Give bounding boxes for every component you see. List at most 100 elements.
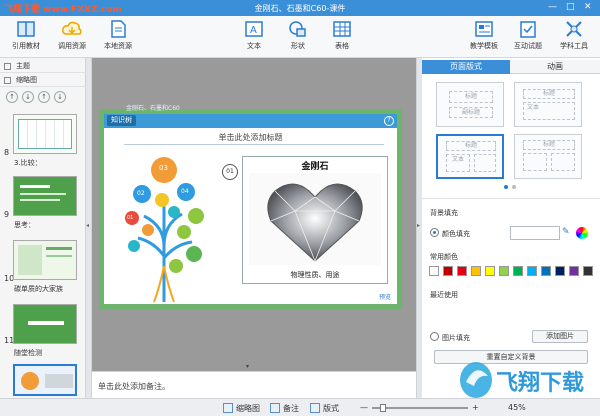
section-badge: 知识树 <box>107 115 136 126</box>
color-fill-label: 颜色填充 <box>442 230 470 238</box>
slide-thumbnail-current[interactable] <box>13 364 77 396</box>
zoom-slider[interactable] <box>372 404 468 412</box>
file-icon <box>111 20 126 38</box>
title-placeholder[interactable]: 单击此处添加标题 <box>104 132 397 143</box>
layout-title-subtitle[interactable]: 标题 副标题 <box>436 82 504 127</box>
local-resource-button[interactable]: 本地资源 <box>96 19 140 56</box>
slide-breadcrumb: 金刚石、石墨和C60 <box>126 105 180 112</box>
image-placeholder-icon <box>474 154 496 172</box>
close-button[interactable]: ✕ <box>584 2 592 12</box>
theme-toggle[interactable]: 主题 <box>0 60 86 73</box>
swatch-light-green[interactable] <box>499 266 509 276</box>
insert-table-button[interactable]: 表格 <box>320 19 364 56</box>
content-card[interactable]: 金刚石 物理性质、用途 <box>242 156 388 284</box>
tab-page-layout[interactable]: 页面版式 <box>422 60 510 74</box>
zoom-level: 45% <box>508 403 526 412</box>
image-placeholder-icon <box>551 153 575 171</box>
collapse-right-icon[interactable]: ▸ <box>417 222 420 229</box>
layout-title-text[interactable]: 标题 文本 <box>514 82 582 127</box>
swatch-dark-red[interactable] <box>443 266 453 276</box>
swatch-green[interactable] <box>513 266 523 276</box>
minimize-button[interactable]: — <box>548 2 557 12</box>
layout-view-icon[interactable] <box>310 403 320 413</box>
status-layout[interactable]: 版式 <box>323 403 339 414</box>
teaching-template-button[interactable]: 教学模板 <box>462 19 506 56</box>
page-dot[interactable] <box>512 185 516 189</box>
subject-tools-button[interactable]: 学科工具 <box>552 19 596 56</box>
swatch-blue[interactable] <box>541 266 551 276</box>
insert-text-button[interactable]: A 文本 <box>232 19 276 56</box>
step-badge: 01 <box>222 164 238 180</box>
add-picture-button[interactable]: 添加图片 <box>532 330 588 343</box>
tab-animation[interactable]: 动画 <box>510 60 600 74</box>
page-dot-active[interactable] <box>504 185 508 189</box>
image-placeholder-icon <box>523 153 547 171</box>
notes-view-icon[interactable] <box>270 403 280 413</box>
recent-colors-label: 最近使用 <box>430 291 458 299</box>
swatch-light-blue[interactable] <box>527 266 537 276</box>
slide-header-bar: 知识树 金刚石、石墨和C60 ? <box>104 105 397 128</box>
status-thumbnail[interactable]: 缩略图 <box>236 403 260 414</box>
eyedropper-icon[interactable]: ✎ <box>562 227 574 239</box>
diamond-icon <box>267 183 363 263</box>
background-fill-label: 背景填充 <box>430 209 458 217</box>
swatch-yellow[interactable] <box>485 266 495 276</box>
slide-panel: 主题 缩略图 ↑ ↓ ↑ ↓ 8 3.比较： 9 思考： 10 碳单质的大家族 <box>0 58 86 398</box>
diamond-image <box>249 173 381 265</box>
help-icon[interactable]: ? <box>384 116 394 126</box>
cite-textbook-button[interactable]: 引用教材 <box>4 19 48 56</box>
move-top-button[interactable]: ↑ <box>6 91 18 103</box>
common-colors-label: 常用颜色 <box>430 253 458 261</box>
zoom-slider-handle[interactable] <box>380 404 386 412</box>
notes-panel[interactable]: 单击此处添加备注。 <box>92 371 416 398</box>
preview-link[interactable]: 预览 <box>379 292 391 301</box>
layout-title-images[interactable]: 标题 <box>514 134 582 179</box>
tree-node-label: 01 <box>127 215 134 221</box>
ribbon-toolbar: 引用教材 调用资源 本地资源 A 文本 形状 表格 教学模板 互动试题 学科工具 <box>0 16 600 58</box>
thumbnail-image <box>13 114 77 154</box>
interactive-quiz-button[interactable]: 互动试题 <box>506 19 550 56</box>
status-notes[interactable]: 备注 <box>283 403 299 414</box>
tree-node-label: 03 <box>159 164 168 172</box>
swatch-navy[interactable] <box>555 266 565 276</box>
thumbnail-icon <box>4 77 11 84</box>
card-caption: 物理性质、用途 <box>290 271 340 279</box>
thumbnail-image <box>13 240 77 280</box>
quiz-icon <box>520 21 536 38</box>
text-icon: A <box>245 21 263 37</box>
slide-editor[interactable]: 知识树 金刚石、石墨和C60 ? 单击此处添加标题 03 02 04 01 01… <box>99 105 402 309</box>
title-bar: 飞翔下载 www.FXXZ.com 金刚石、石墨和C60-课件 — □ ✕ <box>0 0 600 16</box>
layout-title-text-image[interactable]: 标题 文本 <box>436 134 504 179</box>
move-up-button[interactable]: ↑ <box>38 91 50 103</box>
zoom-in-icon[interactable]: + <box>472 403 479 412</box>
zoom-out-icon[interactable]: — <box>360 403 368 412</box>
swatch-orange[interactable] <box>471 266 481 276</box>
swatch-red[interactable] <box>457 266 467 276</box>
picture-fill-radio[interactable] <box>430 332 439 341</box>
swatch-dark-gray[interactable] <box>583 266 593 276</box>
shape-icon <box>289 21 306 37</box>
color-fill-radio[interactable] <box>430 228 439 237</box>
thumbnail-toggle[interactable]: 缩略图 <box>0 74 86 87</box>
call-resource-button[interactable]: 调用资源 <box>50 19 94 56</box>
theme-icon <box>4 63 11 70</box>
move-down-button[interactable]: ↓ <box>54 91 66 103</box>
collapse-left-icon[interactable]: ◂ <box>86 222 89 229</box>
tools-icon <box>566 21 582 37</box>
maximize-button[interactable]: □ <box>566 2 575 12</box>
tree-node-label: 02 <box>137 190 145 197</box>
svg-text:飞翔下载: 飞翔下载 <box>496 370 584 396</box>
properties-panel: 页面版式 动画 标题 副标题 标题 文本 标题 文本 标题 背景填充 颜色填充 … <box>422 58 600 398</box>
card-title: 金刚石 <box>301 162 329 172</box>
swatch-white[interactable] <box>429 266 439 276</box>
move-bottom-button[interactable]: ↓ <box>22 91 34 103</box>
collapse-notes-icon[interactable]: ▾ <box>246 363 249 370</box>
thumbnail-view-icon[interactable] <box>223 403 233 413</box>
swatch-purple[interactable] <box>569 266 579 276</box>
tree-node-label: 04 <box>181 188 189 195</box>
picture-fill-label: 图片填充 <box>442 334 470 342</box>
slide-canvas: 知识树 金刚石、石墨和C60 ? 单击此处添加标题 03 02 04 01 01… <box>92 58 416 371</box>
color-picker-field[interactable] <box>510 226 560 240</box>
color-wheel-icon[interactable] <box>576 227 588 239</box>
insert-shape-button[interactable]: 形状 <box>276 19 320 56</box>
